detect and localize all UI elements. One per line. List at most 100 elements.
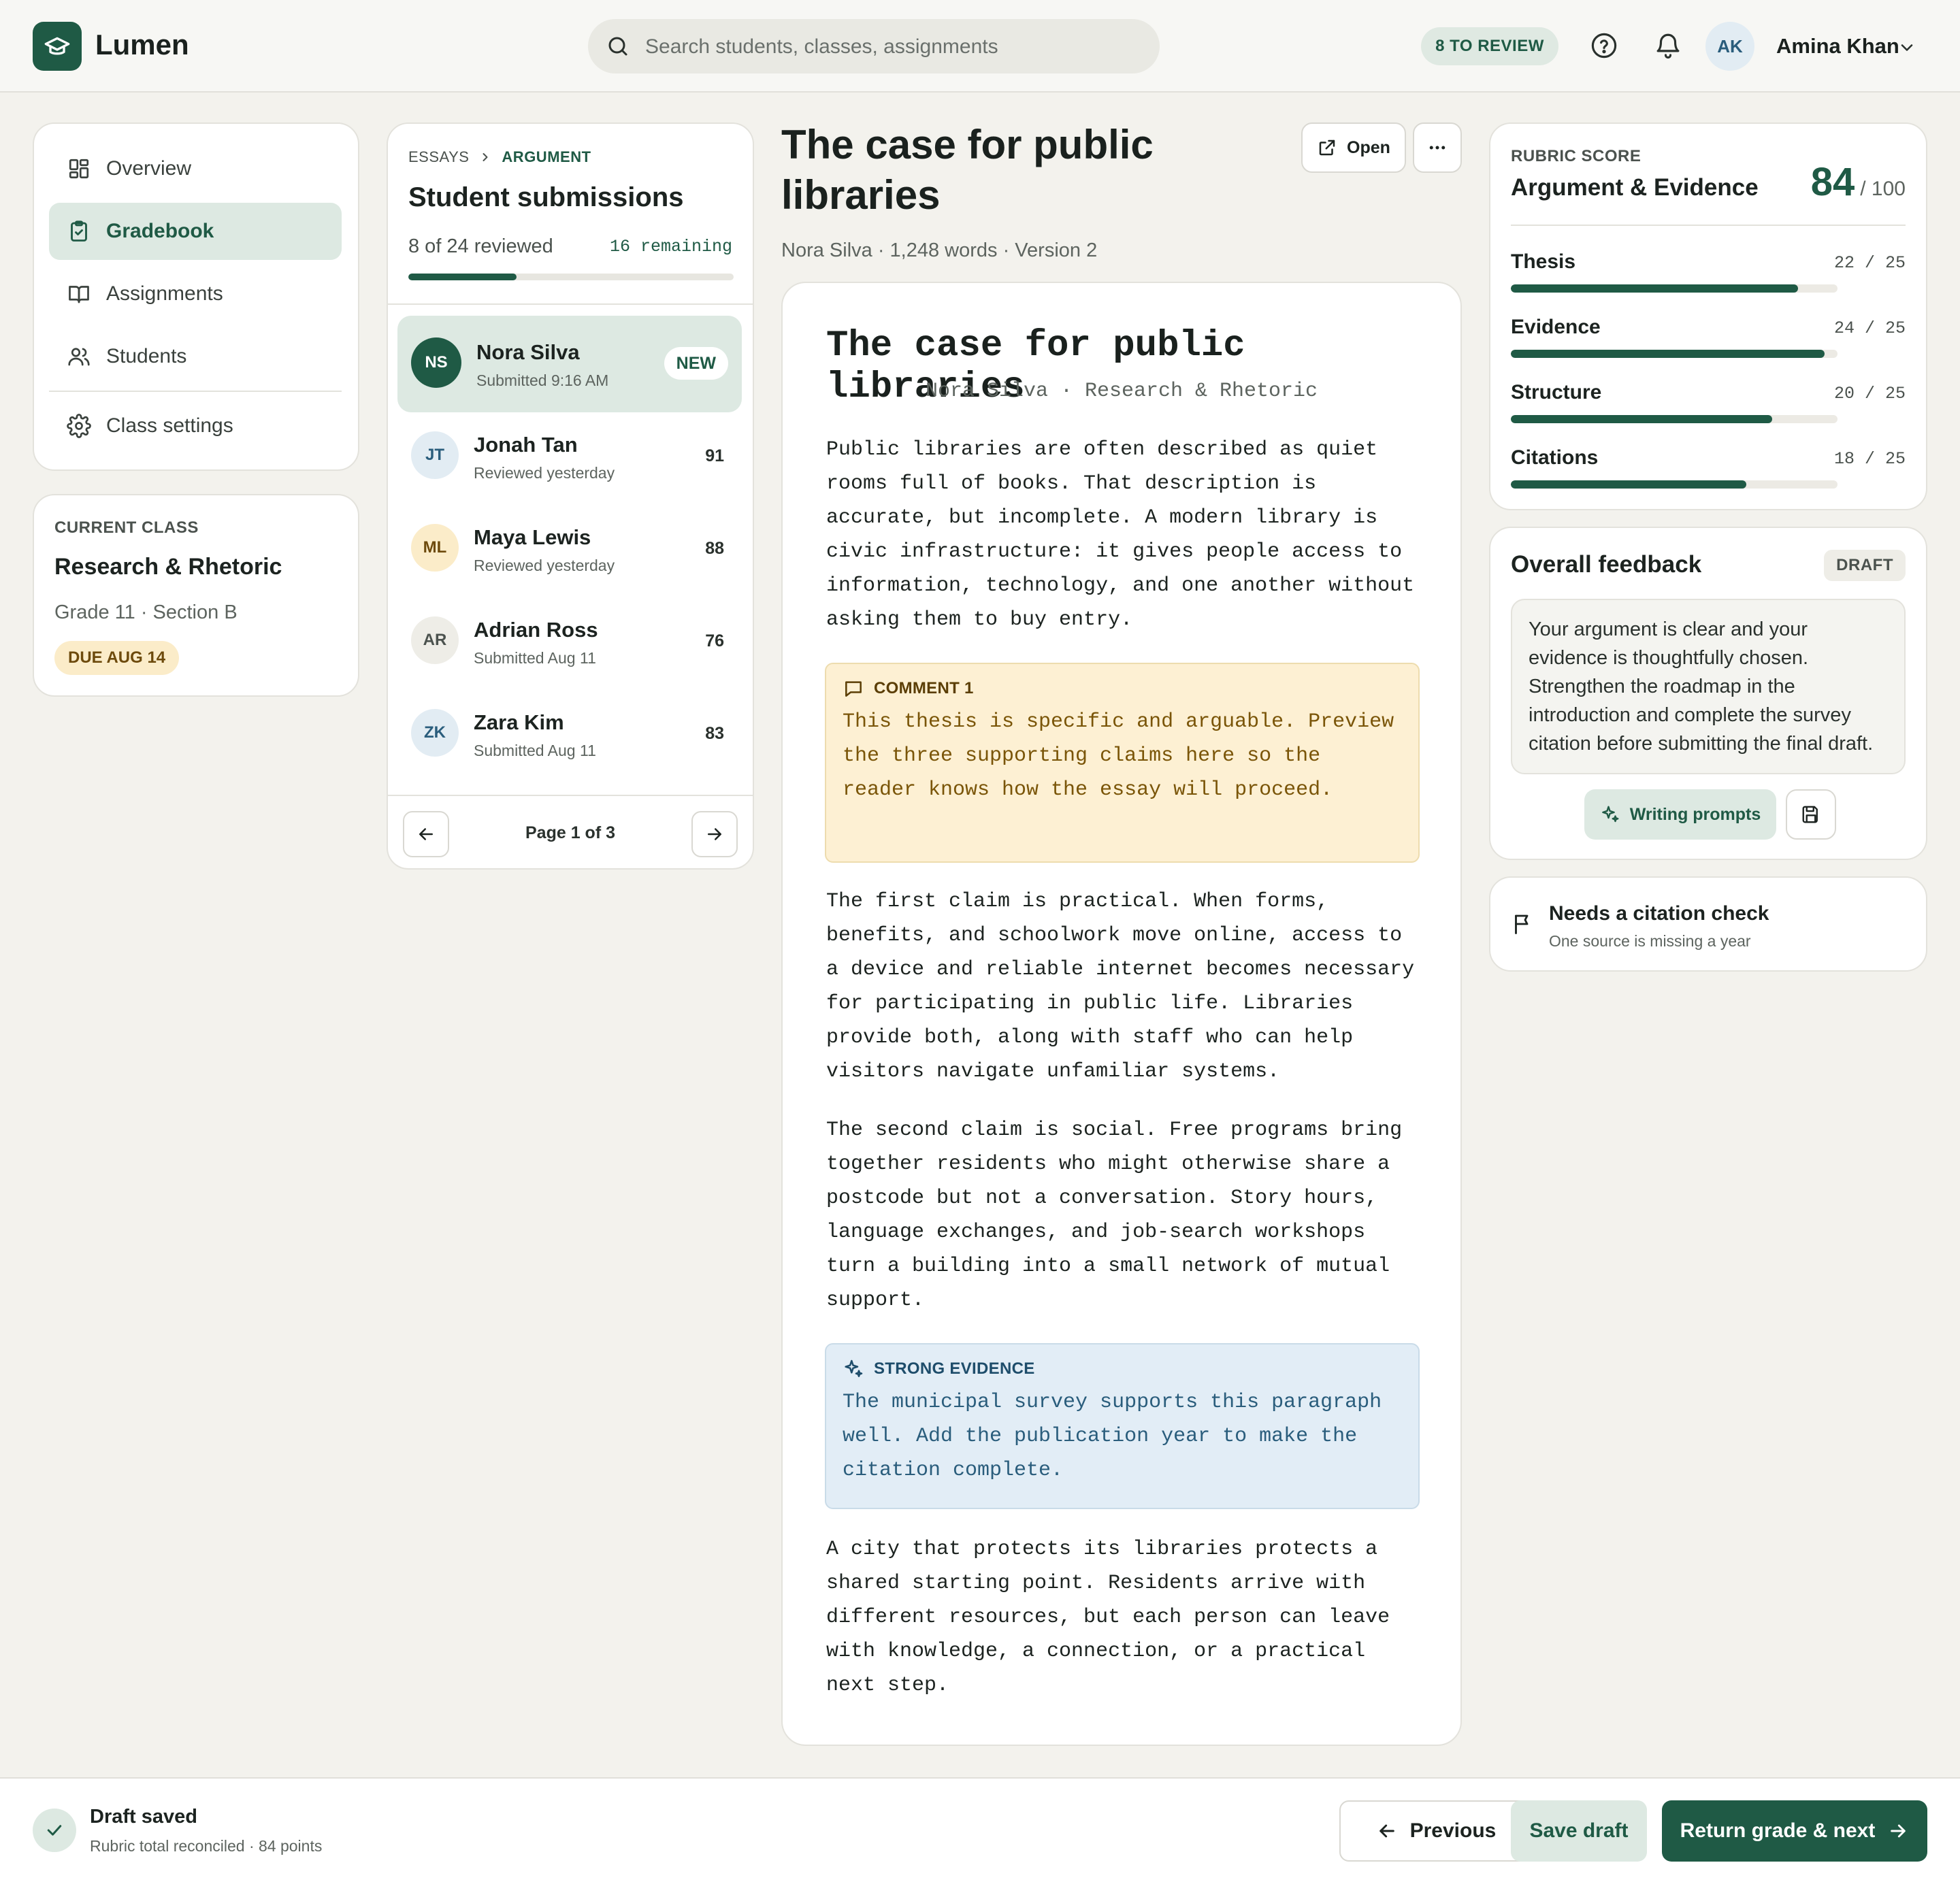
submissions-panel: ESSAYS ARGUMENT Student submissions 8 of… — [387, 122, 754, 870]
open-button[interactable]: Open — [1301, 122, 1406, 173]
citation-check-alert[interactable]: Needs a citation check One source is mis… — [1489, 876, 1927, 972]
clipboard-check-icon — [71, 220, 87, 242]
submission-meta: Submitted 9:16 AM — [476, 372, 609, 389]
divider — [1511, 225, 1906, 226]
submission-row[interactable]: NS Nora Silva Submitted 9:16 AM NEW — [397, 316, 742, 412]
app-name: Lumen — [95, 29, 189, 61]
rubric-kicker: RUBRIC SCORE — [1511, 147, 1642, 165]
criterion-bar-fill — [1511, 480, 1746, 489]
class-name: Research & Rhetoric — [54, 554, 282, 580]
external-link-icon — [1319, 139, 1335, 156]
criterion-name: Citations — [1511, 446, 1599, 469]
criterion-thesis[interactable]: Thesis 22 / 25 — [1511, 250, 1906, 316]
writing-prompts-button[interactable]: Writing prompts — [1584, 789, 1776, 840]
criterion-structure[interactable]: Structure 20 / 25 — [1511, 381, 1906, 446]
criterion-bar — [1511, 350, 1838, 358]
sidebar-item-class-settings[interactable]: Class settings — [49, 397, 342, 455]
submission-score: 88 — [705, 539, 724, 558]
avatar: AR — [411, 616, 459, 664]
criterion-name: Thesis — [1511, 250, 1576, 273]
essay-paragraph-2[interactable]: The first claim is practical. When forms… — [826, 885, 1425, 1089]
nav-divider — [49, 391, 342, 392]
sidebar-item-overview[interactable]: Overview — [49, 140, 342, 197]
save-feedback-button[interactable] — [1786, 789, 1836, 840]
save-draft-button[interactable]: Save draft — [1511, 1800, 1647, 1862]
submissions-title: Student submissions — [408, 182, 684, 212]
student-name: Nora Silva — [476, 340, 580, 364]
sidebar-item-label: Students — [106, 345, 187, 367]
sidebar-item-gradebook[interactable]: Gradebook — [49, 203, 342, 260]
essay-paragraph-4[interactable]: A city that protects its libraries prote… — [826, 1532, 1425, 1702]
review-progress-bar — [408, 274, 734, 280]
action-bar: Draft saved Rubric total reconciled · 84… — [0, 1777, 1960, 1882]
submission-row[interactable]: JT Jonah Tan Reviewed yesterday 91 — [397, 408, 742, 505]
current-class-card[interactable]: CURRENT CLASS Research & Rhetoric Grade … — [33, 494, 359, 697]
evidence-callout[interactable]: STRONG EVIDENCE The municipal survey sup… — [825, 1343, 1420, 1509]
submission-row[interactable]: ML Maya Lewis Reviewed yesterday 88 — [397, 501, 742, 597]
status-badge: DRAFT — [1824, 550, 1906, 581]
alert-title: Needs a citation check — [1549, 902, 1769, 925]
submission-meta: Reviewed yesterday — [474, 464, 615, 482]
review-count-badge[interactable]: 8 TO REVIEW — [1421, 27, 1558, 65]
rubric-score-value: 84 — [1810, 160, 1855, 204]
search-placeholder: Search students, classes, assignments — [645, 35, 998, 58]
criterion-name: Structure — [1511, 381, 1602, 403]
class-section: Grade 11 · Section B — [54, 601, 238, 623]
submission-meta: Submitted Aug 11 — [474, 742, 596, 759]
avatar: ML — [411, 524, 459, 572]
flag-icon — [1515, 914, 1529, 934]
criterion-bar — [1511, 284, 1838, 293]
criterion-score: 24 / 25 — [1833, 318, 1906, 338]
avatar: JT — [411, 431, 459, 479]
criterion-evidence[interactable]: Evidence 24 / 25 — [1511, 316, 1906, 381]
submission-score: 76 — [705, 631, 724, 650]
comment-callout[interactable]: COMMENT 1 This thesis is specific and ar… — [825, 663, 1420, 863]
sidebar-item-students[interactable]: Students — [49, 328, 342, 385]
next-page-button[interactable] — [691, 811, 738, 857]
essay-document: The case for public libraries Nora Silva… — [781, 282, 1462, 1746]
evidence-body: The municipal survey supports this parag… — [843, 1391, 1382, 1482]
return-grade-label: Return grade & next — [1680, 1819, 1876, 1842]
essay-paragraph-1[interactable]: Public libraries are often described as … — [826, 433, 1425, 637]
sidebar-nav: Overview Gradebook Assignments Students … — [33, 122, 359, 471]
previous-button[interactable]: Previous — [1339, 1800, 1533, 1862]
criterion-score: 18 / 25 — [1833, 449, 1906, 469]
sparkles-icon — [1601, 806, 1619, 823]
search-input[interactable]: Search students, classes, assignments — [588, 19, 1160, 73]
help-icon[interactable] — [1590, 31, 1618, 60]
student-name: Maya Lewis — [474, 525, 591, 549]
submission-row[interactable]: ZK Zara Kim Submitted Aug 11 83 — [397, 686, 742, 782]
rubric-total: 84 / 100 — [1811, 159, 1906, 205]
breadcrumb-essays[interactable]: ESSAYS — [408, 148, 469, 166]
chevron-down-icon[interactable] — [1897, 38, 1916, 57]
check-icon — [47, 1825, 62, 1836]
comment-body: This thesis is specific and arguable. Pr… — [843, 710, 1394, 802]
return-grade-next-button[interactable]: Return grade & next — [1662, 1800, 1927, 1862]
rubric-title: Argument & Evidence — [1511, 174, 1759, 201]
comment-label: COMMENT 1 — [874, 679, 974, 697]
graduation-cap-icon — [44, 37, 70, 55]
criterion-citations[interactable]: Citations 18 / 25 — [1511, 446, 1906, 512]
user-name[interactable]: Amina Khan — [1776, 34, 1899, 59]
submission-row[interactable]: AR Adrian Ross Submitted Aug 11 76 — [397, 593, 742, 690]
breadcrumb-argument[interactable]: ARGUMENT — [502, 148, 591, 166]
remaining-count: 16 remaining — [609, 237, 732, 257]
more-options-button[interactable] — [1413, 122, 1462, 173]
app-logo[interactable] — [33, 22, 82, 71]
student-name: Zara Kim — [474, 710, 564, 734]
users-icon — [68, 348, 90, 366]
criterion-name: Evidence — [1511, 316, 1601, 338]
divider — [388, 303, 753, 305]
criterion-bar-fill — [1511, 415, 1772, 423]
bell-icon[interactable] — [1654, 31, 1682, 60]
user-avatar[interactable]: AK — [1705, 22, 1754, 71]
sidebar-item-assignments[interactable]: Assignments — [49, 265, 342, 323]
essay-paragraph-3[interactable]: The second claim is social. Free program… — [826, 1113, 1425, 1317]
submission-meta: Reviewed yesterday — [474, 557, 615, 574]
feedback-textarea[interactable]: Your argument is clear and your evidence… — [1511, 599, 1906, 774]
gear-icon — [67, 414, 91, 438]
review-progress-fill — [408, 274, 517, 280]
student-name: Adrian Ross — [474, 618, 598, 642]
previous-button-label: Previous — [1409, 1819, 1497, 1842]
rubric-score-card: RUBRIC SCORE Argument & Evidence 84 / 10… — [1489, 122, 1927, 510]
